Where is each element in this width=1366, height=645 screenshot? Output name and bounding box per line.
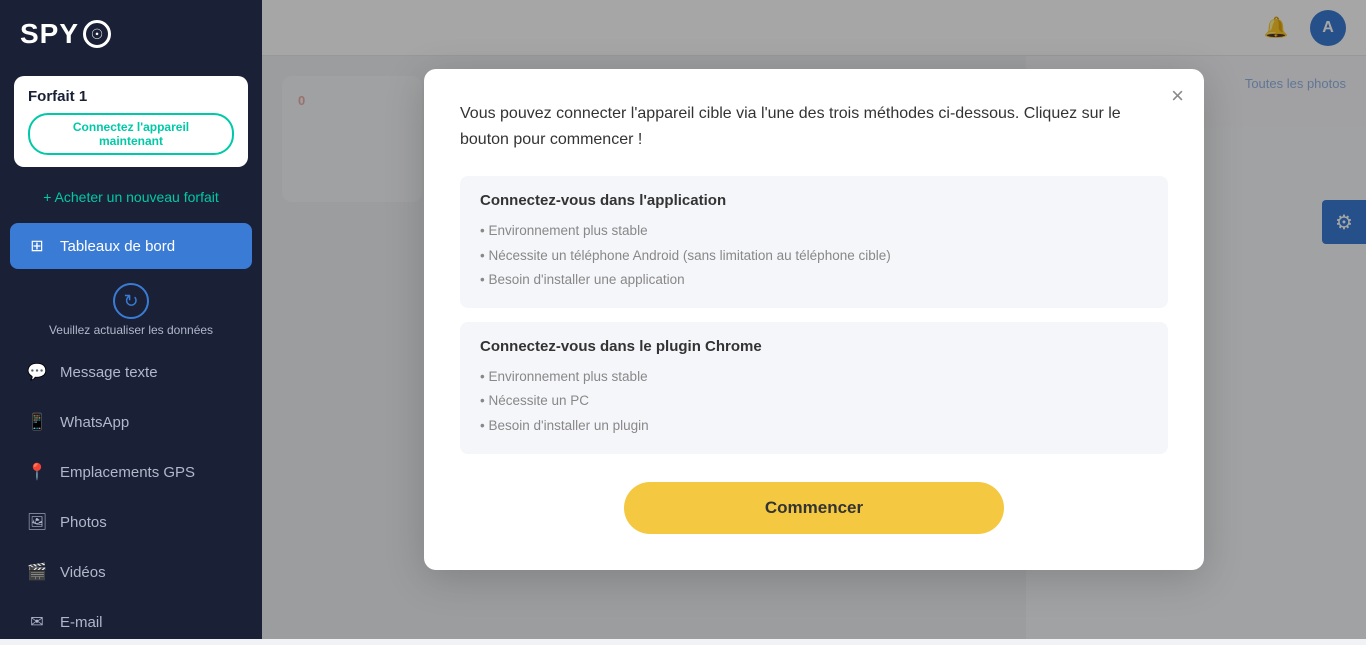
sidebar-item-label-photos: Photos: [60, 514, 107, 531]
photos-icon: 🖼: [26, 511, 48, 533]
sidebar-item-whatsapp[interactable]: 📱 WhatsApp: [10, 399, 252, 445]
sidebar-item-label-message: Message texte: [60, 364, 158, 381]
refresh-section: ↻ Veuillez actualiser les données: [0, 273, 262, 347]
refresh-label: Veuillez actualiser les données: [49, 323, 213, 337]
sidebar-item-gps[interactable]: 📍 Emplacements GPS: [10, 449, 252, 495]
method-app-bullet-3: Besoin d'installer une application: [480, 268, 1148, 292]
sidebar-item-tableaux[interactable]: ⊞ Tableaux de bord: [10, 223, 252, 269]
method-chrome-card: Connectez-vous dans le plugin Chrome Env…: [460, 322, 1168, 454]
sidebar-item-label-email: E-mail: [60, 614, 103, 631]
videos-icon: 🎬: [26, 561, 48, 583]
refresh-icon[interactable]: ↻: [113, 283, 149, 319]
gps-icon: 📍: [26, 461, 48, 483]
main-content: 🔔 A 0 0 💬 E-mail récentes Toutes les pho…: [262, 0, 1366, 639]
method-app-bullet-2: Nécessite un téléphone Android (sans lim…: [480, 244, 1148, 268]
connection-modal: × Vous pouvez connecter l'appareil cible…: [424, 69, 1204, 570]
email-icon: ✉: [26, 611, 48, 633]
sidebar-item-videos[interactable]: 🎬 Vidéos: [10, 549, 252, 595]
modal-intro-text: Vous pouvez connecter l'appareil cible v…: [460, 101, 1168, 152]
method-app-title: Connectez-vous dans l'application: [480, 192, 1148, 209]
sidebar-item-message[interactable]: 💬 Message texte: [10, 349, 252, 395]
message-icon: 💬: [26, 361, 48, 383]
sidebar-item-email[interactable]: ✉ E-mail: [10, 599, 252, 645]
logo-text: SPY: [20, 18, 79, 50]
modal-overlay: × Vous pouvez connecter l'appareil cible…: [262, 0, 1366, 639]
method-chrome-title: Connectez-vous dans le plugin Chrome: [480, 338, 1148, 355]
sidebar-item-label-whatsapp: WhatsApp: [60, 414, 129, 431]
connect-device-button[interactable]: Connectez l'appareil maintenant: [28, 113, 234, 155]
forfait-box: Forfait 1 Connectez l'appareil maintenan…: [14, 76, 248, 167]
modal-close-button[interactable]: ×: [1171, 85, 1184, 107]
method-app-bullet-1: Environnement plus stable: [480, 219, 1148, 243]
whatsapp-icon: 📱: [26, 411, 48, 433]
method-chrome-bullet-2: Nécessite un PC: [480, 389, 1148, 413]
method-chrome-bullet-3: Besoin d'installer un plugin: [480, 414, 1148, 438]
logo-icon: ☉: [83, 20, 111, 48]
forfait-title: Forfait 1: [28, 88, 234, 105]
new-forfait-button[interactable]: + Acheter un nouveau forfait: [14, 181, 248, 213]
sidebar-item-label-videos: Vidéos: [60, 564, 106, 581]
sidebar-item-label-gps: Emplacements GPS: [60, 464, 195, 481]
sidebar-logo: SPY ☉: [0, 0, 262, 68]
start-button[interactable]: Commencer: [624, 482, 1004, 534]
method-chrome-bullet-1: Environnement plus stable: [480, 365, 1148, 389]
sidebar: SPY ☉ Forfait 1 Connectez l'appareil mai…: [0, 0, 262, 639]
dashboard-icon: ⊞: [26, 235, 48, 257]
sidebar-item-label-tableaux: Tableaux de bord: [60, 238, 175, 255]
sidebar-item-photos[interactable]: 🖼 Photos: [10, 499, 252, 545]
method-app-card: Connectez-vous dans l'application Enviro…: [460, 176, 1168, 308]
